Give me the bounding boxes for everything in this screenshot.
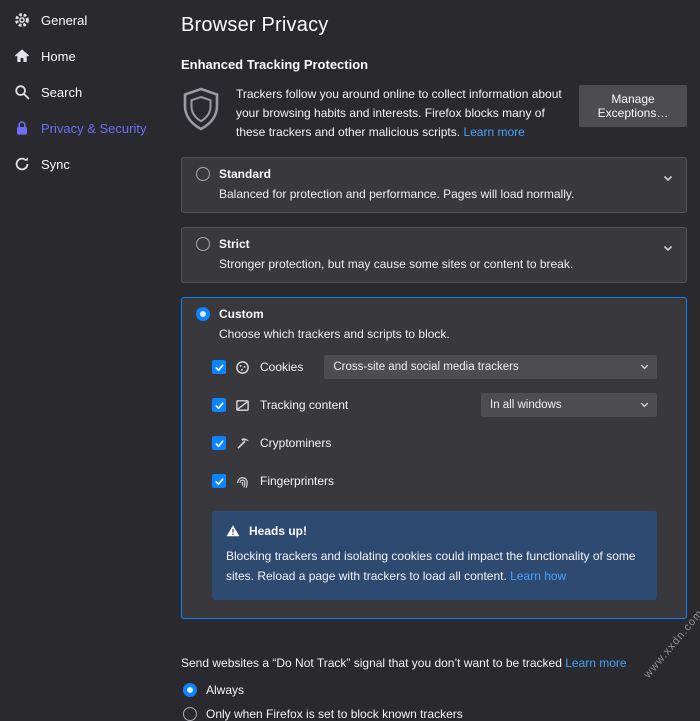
dnt-label: Send websites a “Do Not Track” signal th… — [181, 656, 687, 670]
tracking-content-select[interactable]: In all windows — [481, 393, 657, 417]
cookies-row: Cookies Cross-site and social media trac… — [212, 355, 657, 379]
cryptominers-checkbox[interactable] — [212, 436, 226, 450]
standard-radio[interactable] — [196, 167, 210, 181]
cryptominers-label: Cryptominers — [260, 436, 332, 450]
chevron-down-icon[interactable] — [662, 242, 674, 254]
warning-text-body: Blocking trackers and isolating cookies … — [226, 549, 636, 583]
sidebar-item-privacy-security[interactable]: Privacy & Security — [0, 110, 181, 146]
page-title: Browser Privacy — [181, 14, 329, 36]
firefox-preferences-window: General Home Search Privacy & Security S… — [0, 0, 700, 721]
etp-description: Trackers follow you around online to col… — [236, 85, 566, 142]
sidebar-item-sync[interactable]: Sync — [0, 146, 181, 182]
warning-text: Blocking trackers and isolating cookies … — [226, 546, 643, 586]
shield-icon — [181, 85, 223, 142]
dnt-option-label: Always — [206, 683, 245, 697]
dnt-option-only-when-blocking[interactable]: Only when Firefox is set to block known … — [183, 707, 687, 721]
home-icon — [14, 48, 30, 64]
sidebar-item-label: Privacy & Security — [41, 120, 147, 136]
chevron-down-icon[interactable] — [662, 172, 674, 184]
cookies-label: Cookies — [260, 360, 304, 374]
tracking-content-checkbox[interactable] — [212, 398, 226, 412]
gear-icon — [14, 12, 30, 28]
custom-radio[interactable] — [196, 307, 210, 321]
sidebar-item-search[interactable]: Search — [0, 74, 181, 110]
tracking-content-label: Tracking content — [260, 398, 349, 412]
learn-how-link[interactable]: Learn how — [510, 569, 566, 583]
dnt-option-always[interactable]: Always — [183, 683, 687, 697]
sidebar-item-home[interactable]: Home — [0, 38, 181, 74]
main-content: Browser Privacy Enhanced Tracking Protec… — [181, 0, 700, 721]
sidebar-item-label: Home — [41, 48, 76, 64]
cryptominers-icon — [235, 435, 251, 451]
search-icon — [14, 84, 30, 100]
strict-label: Strict — [219, 237, 250, 251]
dnt-option-label: Only when Firefox is set to block known … — [206, 707, 463, 721]
strict-description: Stronger protection, but may cause some … — [219, 257, 574, 271]
cookies-checkbox[interactable] — [212, 360, 226, 374]
etp-heading: Enhanced Tracking Protection — [181, 57, 369, 72]
dnt-learn-more-link[interactable]: Learn more — [565, 656, 626, 670]
sidebar-item-general[interactable]: General — [0, 2, 181, 38]
dnt-label-text: Send websites a “Do Not Track” signal th… — [181, 656, 562, 670]
fingerprinters-icon — [235, 473, 251, 489]
chevron-down-icon — [639, 361, 650, 372]
standard-description: Balanced for protection and performance.… — [219, 187, 575, 201]
custom-options-body: Cookies Cross-site and social media trac… — [212, 355, 672, 600]
custom-option-card[interactable]: Custom Choose which trackers and scripts… — [181, 297, 687, 619]
cryptominers-row: Cryptominers — [212, 431, 657, 455]
dnt-section: Send websites a “Do Not Track” signal th… — [181, 656, 687, 721]
standard-option-card[interactable]: Standard Balanced for protection and per… — [181, 157, 687, 213]
heads-up-warning: Heads up! Blocking trackers and isolatin… — [212, 511, 657, 600]
warning-title: Heads up! — [249, 524, 308, 538]
tracking-content-icon — [235, 397, 251, 413]
lock-icon — [14, 120, 30, 136]
tracking-content-row: Tracking content In all windows — [212, 393, 657, 417]
strict-radio[interactable] — [196, 237, 210, 251]
only-when-blocking-radio[interactable] — [183, 707, 197, 721]
chevron-down-icon — [639, 399, 650, 410]
fingerprinters-row: Fingerprinters — [212, 469, 657, 493]
fingerprinters-label: Fingerprinters — [260, 474, 335, 488]
always-radio[interactable] — [183, 683, 197, 697]
tracking-select-value: In all windows — [490, 399, 562, 411]
manage-exceptions-button[interactable]: Manage Exceptions… — [579, 85, 687, 127]
cookies-select[interactable]: Cross-site and social media trackers — [324, 355, 657, 379]
sidebar-item-label: Search — [41, 84, 83, 100]
sidebar-item-label: Sync — [41, 156, 70, 172]
strict-option-card[interactable]: Strict Stronger protection, but may caus… — [181, 227, 687, 283]
fingerprinters-checkbox[interactable] — [212, 474, 226, 488]
custom-description: Choose which trackers and scripts to blo… — [219, 327, 450, 341]
warning-icon — [226, 524, 240, 538]
sidebar: General Home Search Privacy & Security S… — [0, 0, 181, 676]
standard-label: Standard — [219, 167, 272, 181]
etp-learn-more-link[interactable]: Learn more — [463, 125, 524, 139]
cookies-select-value: Cross-site and social media trackers — [333, 361, 519, 373]
custom-label: Custom — [219, 307, 264, 321]
etp-intro: Trackers follow you around online to col… — [181, 85, 687, 142]
cookie-icon — [235, 359, 251, 375]
sidebar-item-label: General — [41, 12, 88, 28]
sync-icon — [14, 156, 30, 172]
